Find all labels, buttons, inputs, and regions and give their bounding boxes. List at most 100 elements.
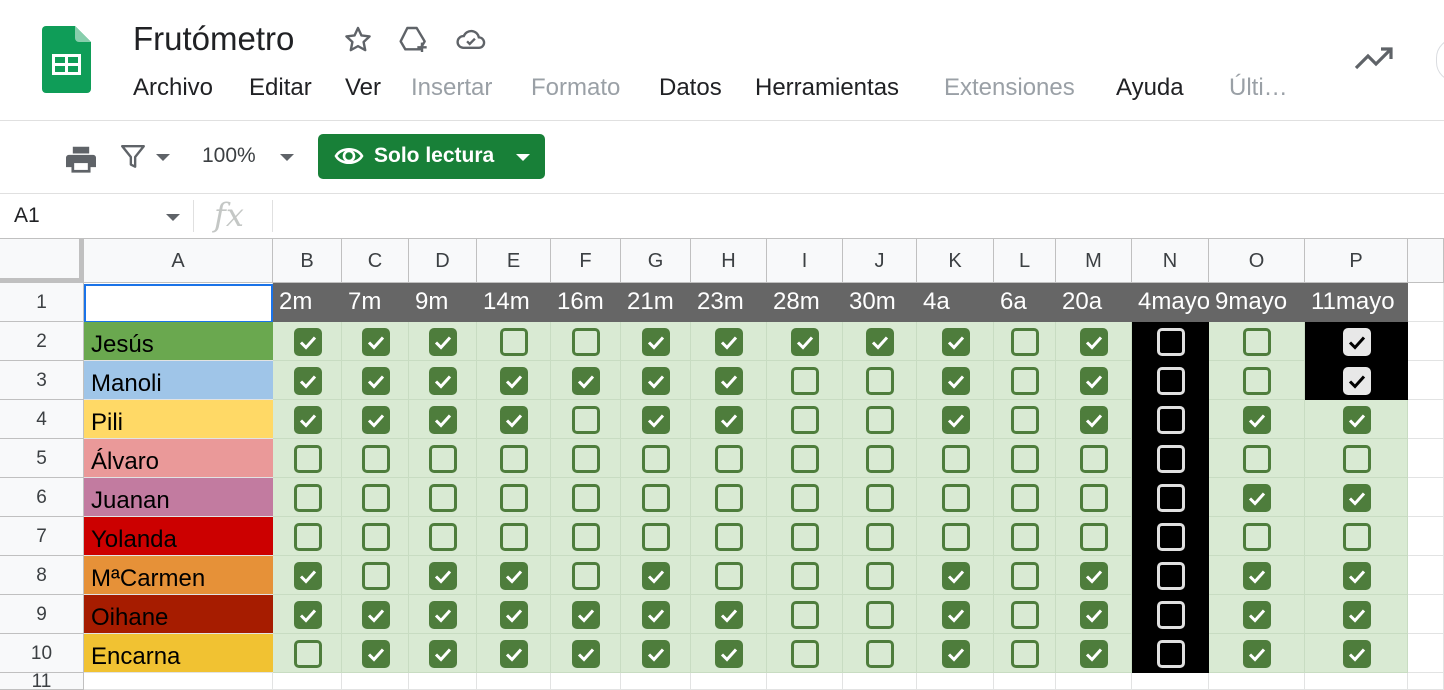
date-header-cell[interactable]: 21m xyxy=(621,283,691,322)
checkbox-unchecked-icon[interactable] xyxy=(1011,367,1039,395)
column-header-l[interactable]: L xyxy=(994,239,1056,283)
empty-cell[interactable] xyxy=(1305,673,1408,690)
date-header-cell[interactable]: 6a xyxy=(994,283,1056,322)
checkbox-unchecked-icon[interactable] xyxy=(1157,523,1185,551)
checkbox-unchecked-icon[interactable] xyxy=(1157,328,1185,356)
checkbox-checked-icon[interactable] xyxy=(294,406,322,434)
checkbox-unchecked-icon[interactable] xyxy=(500,484,528,512)
empty-cell[interactable] xyxy=(1408,322,1444,361)
checkbox-unchecked-icon[interactable] xyxy=(1011,601,1039,629)
checkbox-unchecked-icon[interactable] xyxy=(791,445,819,473)
checkbox-checked-icon[interactable] xyxy=(942,640,970,668)
date-header-cell[interactable]: 11mayo xyxy=(1305,283,1408,322)
empty-cell[interactable] xyxy=(1408,634,1444,673)
column-header-o[interactable]: O xyxy=(1209,239,1305,283)
checkbox-checked-icon[interactable] xyxy=(1080,406,1108,434)
checkbox-unchecked-icon[interactable] xyxy=(791,406,819,434)
menu-herramientas[interactable]: Herramientas xyxy=(755,74,899,102)
empty-cell[interactable] xyxy=(767,673,843,690)
checkbox-unchecked-icon[interactable] xyxy=(1080,484,1108,512)
checkbox-checked-icon[interactable] xyxy=(1243,406,1271,434)
checkbox-unchecked-icon[interactable] xyxy=(429,445,457,473)
date-header-cell[interactable]: 23m xyxy=(691,283,767,322)
row-header-5[interactable]: 5 xyxy=(0,439,84,478)
checkbox-checked-icon[interactable] xyxy=(866,328,894,356)
checkbox-checked-icon[interactable] xyxy=(1343,601,1371,629)
checkbox-checked-icon[interactable] xyxy=(362,601,390,629)
column-header-k[interactable]: K xyxy=(917,239,994,283)
date-header-cell[interactable]: 16m xyxy=(551,283,621,322)
date-header-cell[interactable]: 7m xyxy=(342,283,409,322)
checkbox-unchecked-icon[interactable] xyxy=(500,523,528,551)
checkbox-checked-icon[interactable] xyxy=(715,328,743,356)
checkbox-unchecked-icon[interactable] xyxy=(429,484,457,512)
checkbox-checked-icon[interactable] xyxy=(572,640,600,668)
checkbox-unchecked-icon[interactable] xyxy=(500,445,528,473)
checkbox-checked-icon[interactable] xyxy=(942,328,970,356)
checkbox-unchecked-icon[interactable] xyxy=(1243,523,1271,551)
empty-cell[interactable] xyxy=(342,673,409,690)
checkbox-checked-icon[interactable] xyxy=(294,601,322,629)
checkbox-checked-icon[interactable] xyxy=(362,406,390,434)
checkbox-checked-icon[interactable] xyxy=(642,328,670,356)
person-name-cell[interactable]: Oihane xyxy=(84,595,273,634)
column-header-b[interactable]: B xyxy=(273,239,342,283)
checkbox-checked-icon[interactable] xyxy=(294,562,322,590)
checkbox-unchecked-icon[interactable] xyxy=(866,406,894,434)
checkbox-unchecked-icon[interactable] xyxy=(294,640,322,668)
zoom-dropdown-icon[interactable] xyxy=(280,154,294,161)
checkbox-checked-icon[interactable] xyxy=(500,367,528,395)
column-header-g[interactable]: G xyxy=(621,239,691,283)
checkbox-checked-icon[interactable] xyxy=(1080,367,1108,395)
checkbox-unchecked-icon[interactable] xyxy=(1157,562,1185,590)
checkbox-checked-icon[interactable] xyxy=(294,328,322,356)
menu-editar[interactable]: Editar xyxy=(249,74,312,102)
column-header-f[interactable]: F xyxy=(551,239,621,283)
column-header-a[interactable]: A xyxy=(84,239,273,283)
checkbox-checked-icon[interactable] xyxy=(362,367,390,395)
checkbox-unchecked-icon[interactable] xyxy=(572,406,600,434)
row-header-3[interactable]: 3 xyxy=(0,361,84,400)
empty-cell[interactable] xyxy=(1408,556,1444,595)
empty-cell[interactable] xyxy=(1408,517,1444,556)
empty-cell[interactable] xyxy=(994,673,1056,690)
checkbox-checked-icon[interactable] xyxy=(572,367,600,395)
checkbox-unchecked-icon[interactable] xyxy=(866,484,894,512)
person-name-cell[interactable]: Jesús xyxy=(84,322,273,361)
checkbox-unchecked-icon[interactable] xyxy=(791,484,819,512)
menu-ver[interactable]: Ver xyxy=(345,74,381,102)
checkbox-checked-icon[interactable] xyxy=(429,328,457,356)
checkbox-unchecked-icon[interactable] xyxy=(1243,367,1271,395)
checkbox-unchecked-icon[interactable] xyxy=(866,523,894,551)
name-box-dropdown-icon[interactable] xyxy=(166,214,180,221)
column-header-n[interactable]: N xyxy=(1132,239,1209,283)
person-name-cell[interactable]: MªCarmen xyxy=(84,556,273,595)
row-header-4[interactable]: 4 xyxy=(0,400,84,439)
checkbox-checked-icon[interactable] xyxy=(715,406,743,434)
checkbox-checked-icon[interactable] xyxy=(942,406,970,434)
sheets-logo-icon[interactable] xyxy=(42,26,91,93)
person-name-cell[interactable]: Yolanda xyxy=(84,517,273,556)
checkbox-unchecked-icon[interactable] xyxy=(1011,484,1039,512)
empty-cell[interactable] xyxy=(1056,673,1132,690)
account-button[interactable] xyxy=(1436,38,1444,82)
checkbox-checked-icon[interactable] xyxy=(715,367,743,395)
row-header-10[interactable]: 10 xyxy=(0,634,84,673)
checkbox-unchecked-icon[interactable] xyxy=(715,562,743,590)
checkbox-unchecked-icon[interactable] xyxy=(715,445,743,473)
checkbox-unchecked-icon[interactable] xyxy=(1157,484,1185,512)
row-header-9[interactable]: 9 xyxy=(0,595,84,634)
person-name-cell[interactable]: Álvaro xyxy=(84,439,273,478)
date-header-cell[interactable]: 4a xyxy=(917,283,994,322)
zoom-select[interactable]: 100% xyxy=(202,144,256,168)
checkbox-checked-icon[interactable] xyxy=(1080,562,1108,590)
date-header-cell[interactable]: 14m xyxy=(477,283,551,322)
checkbox-checked-icon[interactable] xyxy=(1343,640,1371,668)
checkbox-checked-icon[interactable] xyxy=(1243,484,1271,512)
checkbox-unchecked-icon[interactable] xyxy=(429,523,457,551)
checkbox-checked-icon[interactable] xyxy=(715,601,743,629)
menu-last-edit[interactable]: Últi… xyxy=(1229,74,1288,102)
row-header-6[interactable]: 6 xyxy=(0,478,84,517)
checkbox-unchecked-icon[interactable] xyxy=(715,484,743,512)
checkbox-unchecked-icon[interactable] xyxy=(866,445,894,473)
